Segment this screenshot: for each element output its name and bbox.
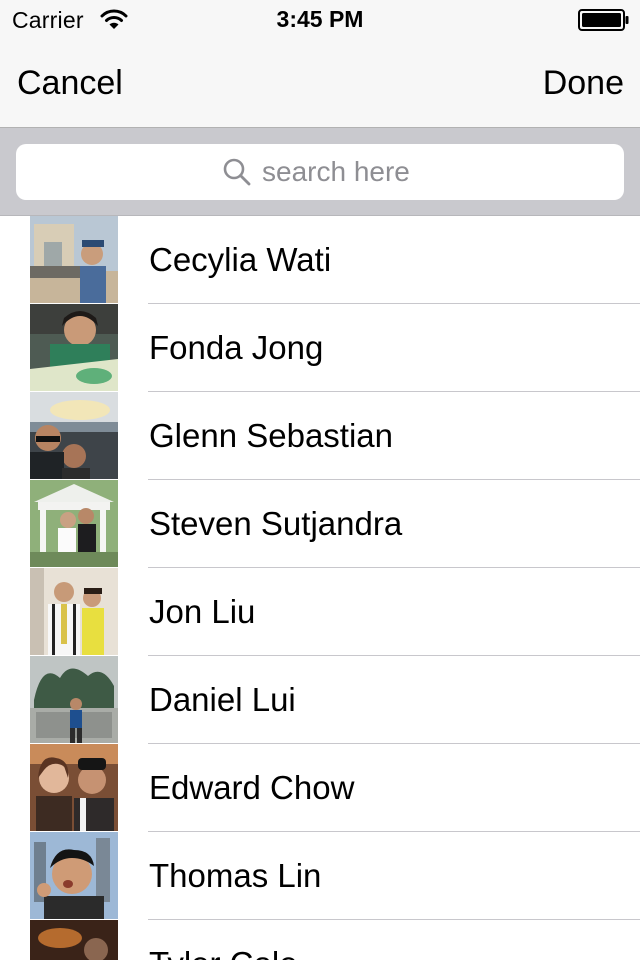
magnifier-icon [222,157,252,187]
contact-name: Tyler Cole [149,945,298,960]
contact-photo [30,480,118,567]
contact-photo [30,744,118,831]
contact-name: Fonda Jong [149,329,324,366]
contact-photo [30,832,118,919]
contact-name: Thomas Lin [149,857,322,894]
contact-photo [30,920,118,960]
contact-list: Cecylia Wati Fonda Jong Glenn Sebastian … [0,216,640,960]
contact-name: Cecylia Wati [149,241,332,278]
cancel-button[interactable]: Cancel [17,64,123,103]
contact-row[interactable]: Cecylia Wati [0,216,640,304]
contact-photo [30,656,118,743]
contact-photo [30,216,118,303]
contact-row[interactable]: Jon Liu [0,568,640,656]
done-button[interactable]: Done [543,64,624,103]
clock: 3:45 PM [276,6,364,32]
contact-row[interactable]: Edward Chow [0,744,640,832]
contact-photo [30,392,118,479]
contact-row[interactable]: Glenn Sebastian [0,392,640,480]
contact-row[interactable]: Thomas Lin [0,832,640,920]
contact-row[interactable]: Tyler Cole [0,920,640,960]
contact-name: Daniel Lui [149,681,296,718]
contact-name: Steven Sutjandra [149,505,403,542]
battery-icon [578,9,630,31]
contact-row[interactable]: Steven Sutjandra [0,480,640,568]
contact-name: Jon Liu [149,593,256,630]
status-bar: Carrier 3:45 PM [0,0,640,40]
contact-name: Edward Chow [149,769,355,806]
contact-photo [30,568,118,655]
contact-name: Glenn Sebastian [149,417,394,454]
contact-photo [30,304,118,391]
contact-row[interactable]: Fonda Jong [0,304,640,392]
search-bar [0,128,640,216]
contact-row[interactable]: Daniel Lui [0,656,640,744]
navigation-bar: Cancel Done [0,40,640,128]
search-input[interactable] [262,154,602,190]
search-field[interactable] [16,144,624,200]
